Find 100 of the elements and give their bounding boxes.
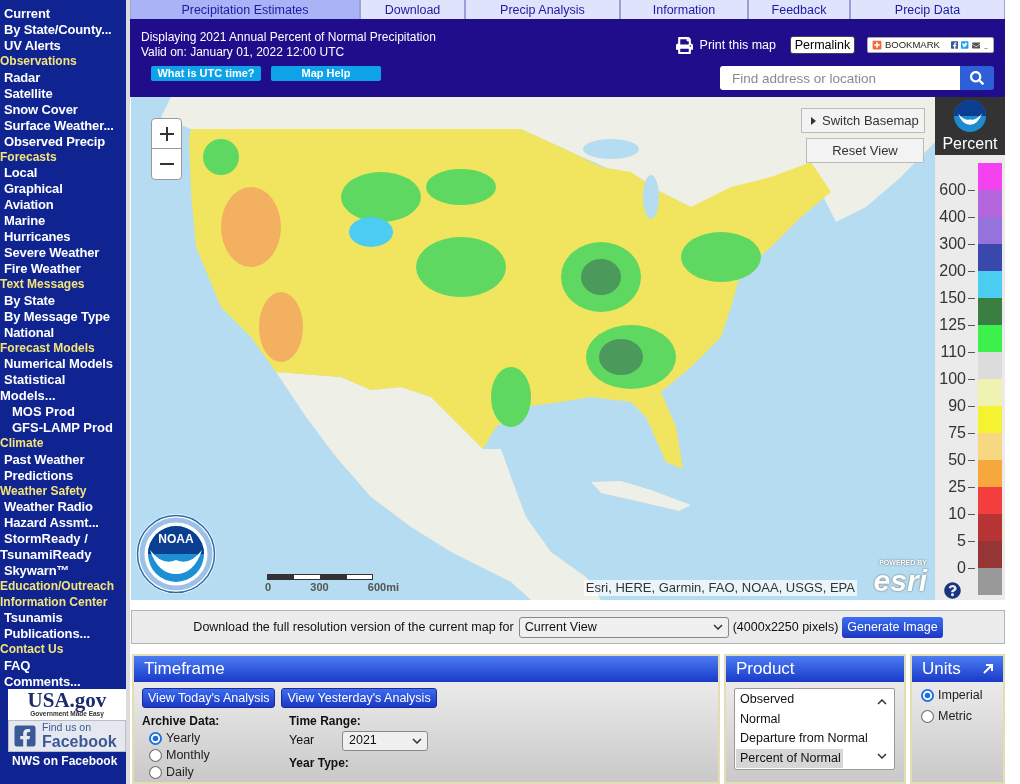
nav-tab[interactable]: Information — [620, 0, 748, 20]
product-option[interactable]: Observed — [736, 690, 797, 710]
nav-tab[interactable]: Precip Data — [850, 0, 1005, 20]
plus-icon — [872, 40, 882, 51]
badge-text: Facebook — [42, 732, 117, 750]
product-option[interactable]: Normal — [736, 709, 783, 729]
sidebar-section-header: Education/Outreach — [0, 579, 115, 595]
panel-title: Units — [922, 659, 961, 679]
legend-label: 90 — [948, 392, 975, 420]
bookmark-button[interactable]: BOOKMARK — [872, 39, 940, 52]
radio-label: Monthly — [166, 747, 210, 765]
chevron-down-icon — [412, 737, 422, 744]
sidebar-link[interactable]: Publications... — [0, 626, 90, 642]
sidebar-link[interactable]: Comments... — [0, 673, 81, 690]
legend-label: 150 — [939, 284, 975, 312]
panel-title: Product — [736, 659, 795, 679]
analysis-button[interactable]: View Yesterday's Analysis — [281, 688, 437, 708]
radio-label: Yearly — [166, 730, 201, 748]
permalink-button[interactable]: Permalink — [790, 36, 855, 55]
analysis-button[interactable]: View Today's Analysis — [142, 688, 276, 708]
search-field[interactable]: Find address or location — [720, 66, 960, 91]
scale-label: 300 — [310, 581, 329, 594]
caret-icon — [811, 116, 816, 125]
reset-view-button[interactable]: Reset View — [806, 138, 924, 163]
sidebar-link[interactable]: Weather Radio — [0, 499, 93, 515]
nav-tab[interactable]: Feedback — [748, 0, 850, 20]
sidebar-link[interactable]: FAQ — [0, 657, 31, 674]
sidebar-link[interactable]: UV Alerts — [0, 38, 61, 54]
radio-button[interactable] — [149, 732, 162, 745]
sidebar-link[interactable]: National — [0, 324, 55, 341]
legend-label: 75 — [948, 419, 975, 447]
sidebar-link[interactable]: MOS Prod — [0, 404, 75, 420]
radio-button[interactable] — [149, 749, 162, 762]
sidebar-link[interactable]: Satellite — [0, 85, 53, 102]
sidebar-link[interactable]: Past Weather — [0, 451, 85, 468]
sidebar-link[interactable]: Aviation — [0, 197, 54, 213]
sidebar-link[interactable]: Severe Weather — [0, 245, 100, 261]
sidebar-link[interactable]: Predictions — [0, 467, 74, 484]
legend-label: 0 — [957, 554, 975, 582]
sidebar-link[interactable]: Radar — [0, 69, 41, 86]
expand-arrow-icon[interactable] — [982, 663, 994, 675]
generate-image-button[interactable]: Generate Image — [842, 616, 943, 638]
facebook-icon[interactable] — [950, 40, 959, 51]
legend-label: 10 — [948, 500, 975, 528]
field-label: Year — [289, 732, 316, 750]
nav-tab[interactable]: Download — [360, 0, 465, 20]
sidebar-section-header: Forecasts — [0, 149, 57, 165]
sidebar-section-header: Text Messages — [0, 277, 85, 293]
mail-icon[interactable] — [971, 40, 980, 50]
radio-label: Metric — [938, 708, 973, 726]
sidebar-link[interactable]: Local — [0, 165, 38, 181]
sidebar-link[interactable]: Fire Weather — [0, 261, 81, 277]
sidebar-section-header: Observations — [0, 54, 77, 70]
sidebar-link[interactable]: Hurricanes — [0, 229, 71, 245]
sidebar-link[interactable]: Surface Weather... — [0, 117, 114, 134]
nav-tab[interactable]: Precip Analysis — [465, 0, 620, 20]
sidebar-link[interactable]: Numerical Models — [0, 356, 113, 372]
legend-label: 110 — [940, 338, 975, 366]
product-listbox[interactable]: Observed Normal Departure from Normal Percent of Normal — [734, 688, 895, 770]
product-option[interactable]: Percent of Normal — [736, 748, 843, 768]
sidebar-link[interactable]: Statistical Models... — [0, 372, 92, 404]
facebook-badge[interactable]: Find us on Facebook — [8, 719, 126, 752]
sidebar-link[interactable]: By State/County... — [0, 22, 112, 38]
radio-button[interactable] — [921, 689, 934, 702]
year-select[interactable]: 2021 — [342, 730, 428, 751]
sidebar-link[interactable]: Graphical — [0, 181, 63, 197]
sidebar-link[interactable]: GFS-LAMP Prod — [0, 420, 113, 436]
sidebar-link[interactable]: By Message Type — [0, 308, 110, 325]
print-link[interactable]: Print this map — [674, 36, 776, 55]
sidebar-link[interactable]: StormReady / TsunamiReady — [0, 531, 92, 563]
plus-icon — [159, 126, 174, 141]
legend-label: 25 — [948, 473, 975, 501]
sidebar-section-header: Forecast Models — [0, 340, 95, 356]
sidebar-link[interactable]: Snow Cover — [0, 101, 78, 118]
sidebar-section-header: Contact Us — [0, 642, 64, 658]
sidebar-link[interactable]: Marine — [0, 213, 45, 229]
sidebar-link[interactable]: Tsunamis — [0, 610, 63, 626]
emblem-icon — [136, 514, 216, 594]
sidebar-link[interactable]: Current — [0, 6, 50, 22]
printer-icon — [674, 36, 694, 54]
radio-button[interactable] — [921, 710, 934, 723]
field-label: Time Range: — [289, 714, 361, 729]
search-button[interactable] — [960, 66, 994, 91]
legend-label: 125 — [939, 311, 975, 339]
sidebar-link[interactable]: By State — [0, 292, 55, 309]
facebook-link[interactable]: NWS on Facebook — [12, 753, 118, 769]
sidebar-link[interactable]: Observed Precip — [0, 133, 106, 150]
legend-label: 50 — [948, 446, 975, 474]
view-select[interactable]: Current View — [518, 616, 729, 638]
sidebar-section-header: Information Center — [0, 594, 108, 610]
sidebar-link[interactable]: Hazard Assmt... — [0, 515, 99, 531]
panel-title: Timeframe — [144, 659, 225, 679]
scroll-up-icon — [877, 699, 887, 705]
radio-button[interactable] — [149, 766, 162, 779]
help-icon[interactable] — [944, 581, 961, 599]
radio-label: Imperial — [938, 687, 983, 705]
sidebar-link[interactable]: Skywarn™ — [0, 563, 70, 579]
nav-tab[interactable]: Precipitation Estimates — [130, 0, 360, 20]
product-option[interactable]: Departure from Normal — [736, 729, 870, 749]
switch-basemap-button[interactable]: Switch Basemap — [801, 108, 925, 133]
